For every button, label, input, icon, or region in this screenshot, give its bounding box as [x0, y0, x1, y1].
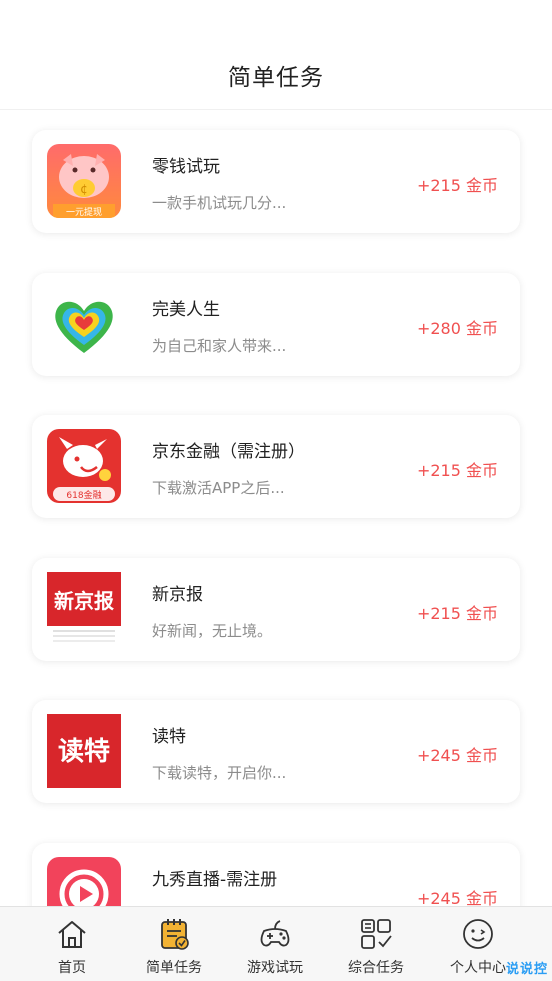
task-reward: +280 金币	[416, 319, 498, 338]
app-page: 简单任务 ¢ 一元提现 零钱试玩 一款手机试玩几分... +215 金币 完美人…	[0, 0, 552, 981]
play-logo-icon	[47, 857, 121, 906]
task-name: 京东金融（需注册）	[152, 442, 305, 462]
task-card-wanmei[interactable]: 完美人生 为自己和家人带来... +280 金币	[32, 273, 520, 376]
jd-dog-logo-icon: 618金融	[47, 429, 121, 503]
task-name: 九秀直播-需注册	[152, 870, 278, 890]
task-desc: 下载读特，开启你...	[152, 764, 287, 782]
task-reward: +215 金币	[416, 604, 498, 623]
logo-caption: 618金融	[66, 489, 101, 501]
tab-label: 综合任务	[348, 960, 404, 976]
logo-text: 新京报	[54, 589, 114, 613]
pig-logo-icon: ¢ 一元提现	[47, 144, 121, 218]
task-desc: 为自己和家人带来...	[152, 337, 287, 355]
tab-simple-tasks[interactable]: 简单任务	[124, 907, 224, 981]
gamepad-icon	[260, 920, 290, 947]
tab-label: 简单任务	[146, 960, 202, 976]
watermark: 说说控	[505, 962, 548, 977]
task-desc: 好新闻，无止境。	[152, 622, 273, 640]
task-list-icon	[161, 919, 189, 950]
dute-logo-icon: 读特	[47, 714, 121, 788]
task-card-lingqian[interactable]: ¢ 一元提现 零钱试玩 一款手机试玩几分... +215 金币	[32, 130, 520, 233]
task-list[interactable]: ¢ 一元提现 零钱试玩 一款手机试玩几分... +215 金币 完美人生 为自己…	[0, 110, 552, 906]
logo-text: 读特	[58, 736, 110, 767]
page-title: 简单任务	[228, 65, 324, 91]
task-card-dute[interactable]: 读特 读特 下载读特，开启你... +245 金币	[32, 700, 520, 803]
task-reward: +245 金币	[416, 889, 498, 906]
task-name: 新京报	[152, 585, 203, 605]
home-icon	[58, 921, 86, 948]
header: 简单任务	[0, 0, 552, 110]
task-reward: +245 金币	[416, 746, 498, 765]
task-desc: 一款手机试玩几分...	[152, 194, 287, 212]
task-reward: +215 金币	[416, 461, 498, 480]
tab-home[interactable]: 首页	[22, 907, 122, 981]
task-card-jiuxiu[interactable]: 九秀直播-需注册 +245 金币	[32, 843, 520, 906]
bottom-tab-bar: 首页 简单任务 游戏试玩 综合任务 个人中心 说说控	[0, 906, 552, 981]
task-card-xinjingbao[interactable]: 新京报 新京报 好新闻，无止境。 +215 金币	[32, 558, 520, 661]
newspaper-logo-icon: 新京报	[47, 572, 121, 646]
svg-text:¢: ¢	[80, 182, 88, 196]
logo-caption: 一元提现	[66, 207, 102, 218]
task-reward: +215 金币	[416, 176, 498, 195]
smiley-icon	[463, 919, 493, 949]
task-desc: 下载激活APP之后...	[152, 479, 285, 497]
task-card-jd-finance[interactable]: 618金融 京东金融（需注册） 下载激活APP之后... +215 金币	[32, 415, 520, 518]
task-name: 零钱试玩	[152, 157, 220, 177]
tab-label: 游戏试玩	[247, 960, 303, 976]
tab-game-trial[interactable]: 游戏试玩	[225, 907, 325, 981]
task-name: 完美人生	[152, 300, 220, 320]
tab-comprehensive-tasks[interactable]: 综合任务	[326, 907, 426, 981]
tab-label: 首页	[58, 960, 86, 976]
heart-logo-icon	[47, 287, 121, 361]
task-name: 读特	[152, 727, 186, 747]
grid-check-icon	[361, 919, 392, 949]
